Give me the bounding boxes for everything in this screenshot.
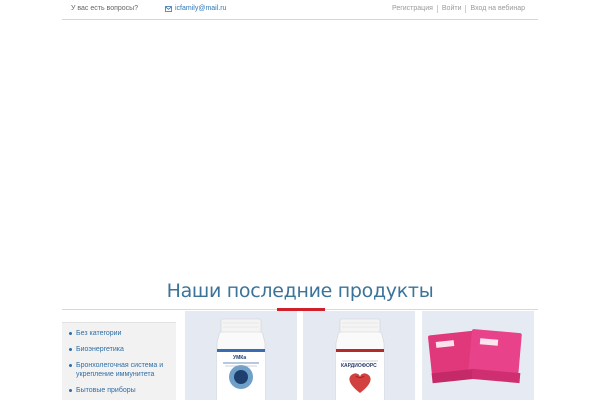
login-link[interactable]: Войти bbox=[436, 5, 466, 13]
email-link[interactable]: icfamily@mail.ru bbox=[165, 5, 226, 12]
product-image-bottle bbox=[335, 318, 385, 400]
product-label: КАРДИОФОРС bbox=[341, 363, 377, 369]
category-item[interactable]: Биоэнергетика bbox=[62, 345, 176, 354]
product-image-sachets bbox=[428, 329, 522, 384]
envelope-icon bbox=[165, 5, 172, 12]
webinar-link[interactable]: Вход на вебинар bbox=[465, 5, 529, 13]
top-bar: У вас есть вопросы? icfamily@mail.ru Рег… bbox=[62, 0, 538, 20]
product-card-pills[interactable] bbox=[422, 311, 534, 400]
questions-text: У вас есть вопросы? bbox=[71, 5, 139, 12]
category-item[interactable]: Без категории bbox=[62, 329, 176, 338]
category-item[interactable]: Бронхолегочная система и укрепление имму… bbox=[62, 361, 176, 379]
category-sidebar: Без категории Биоэнергетика Бронхолегочн… bbox=[62, 322, 176, 400]
section-title: Наши последние продукты bbox=[166, 280, 434, 302]
category-list: Без категории Биоэнергетика Бронхолегочн… bbox=[62, 323, 176, 395]
account-links: Регистрация Войти Вход на вебинар bbox=[388, 5, 529, 13]
product-card-umka[interactable]: УМКа bbox=[185, 311, 297, 400]
register-link[interactable]: Регистрация bbox=[388, 5, 437, 13]
category-item[interactable]: Бытовые приборы bbox=[62, 386, 176, 395]
email-text: icfamily@mail.ru bbox=[175, 5, 227, 12]
product-label: УМКа bbox=[233, 355, 247, 361]
product-card-kardioforce[interactable]: КАРДИОФОРС bbox=[303, 311, 415, 400]
